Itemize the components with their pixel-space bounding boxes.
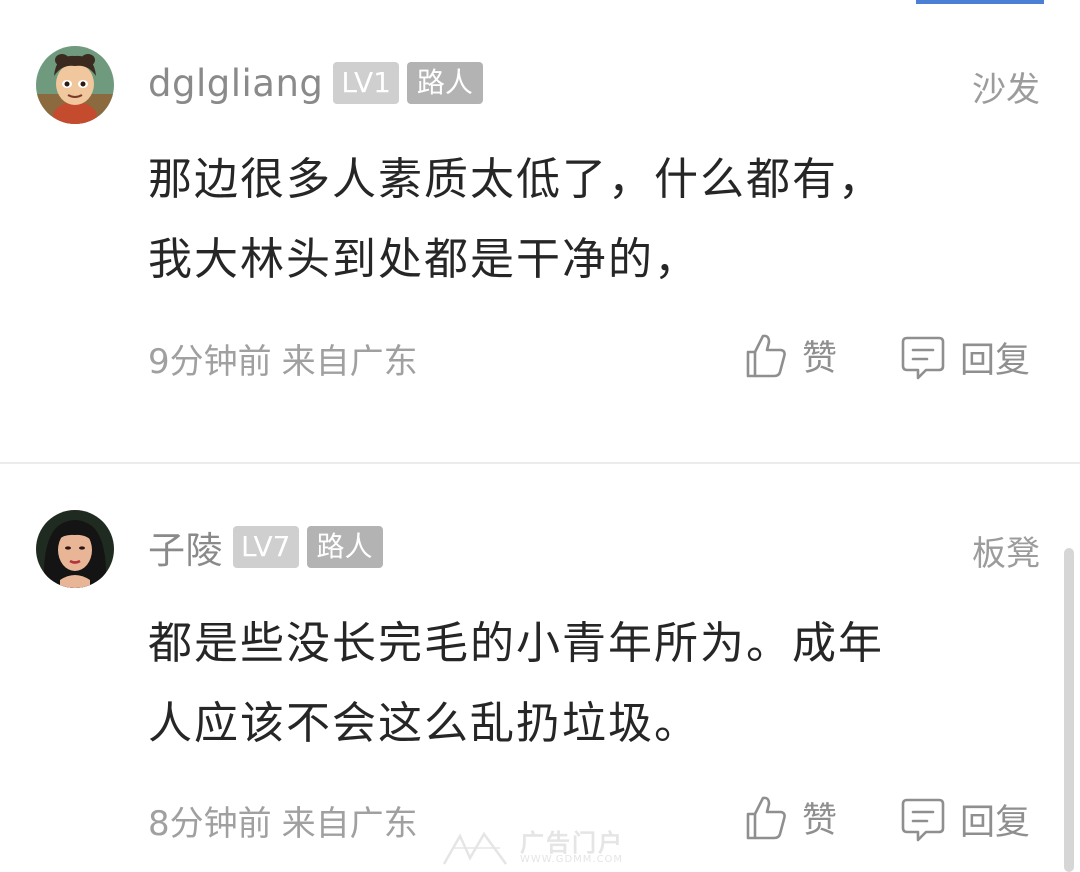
level-badge: LV1 bbox=[333, 62, 399, 104]
comment-location: 来自广东 bbox=[281, 804, 418, 844]
comment-line: 那边很多人素质太低了，什么都有， bbox=[148, 154, 884, 205]
reply-label: 回复 bbox=[960, 341, 1031, 381]
comment-text: 都是些没长完毛的小青年所为。成年 人应该不会这么乱扔垃圾。 bbox=[148, 604, 1008, 764]
like-button[interactable]: 赞 bbox=[744, 330, 837, 381]
watermark-url: WWW.GDMM.COM bbox=[520, 854, 624, 865]
role-badge: 路人 bbox=[406, 62, 483, 104]
user-info: dglgliang LV1 路人 bbox=[148, 61, 483, 105]
comment-line: 都是些没长完毛的小青年所为。成年 bbox=[148, 618, 884, 669]
watermark-logo-icon bbox=[442, 831, 508, 865]
username[interactable]: 子陵 bbox=[148, 520, 223, 574]
reply-label: 回复 bbox=[960, 803, 1031, 843]
rank-label: 沙发 bbox=[972, 70, 1040, 110]
watermark: 广告门户 WWW.GDMM.COM bbox=[440, 826, 624, 870]
avatar[interactable] bbox=[36, 46, 114, 124]
like-button[interactable]: 赞 bbox=[744, 792, 837, 843]
watermark-text: 广告门户 bbox=[520, 829, 624, 857]
avatar[interactable] bbox=[36, 510, 114, 588]
comment-time: 9分钟前 bbox=[148, 342, 272, 382]
comment-bubble-icon bbox=[901, 798, 945, 841]
thumbs-up-icon bbox=[746, 334, 786, 377]
comment-meta: 8分钟前 来自广东 bbox=[148, 796, 418, 845]
rank-label: 板凳 bbox=[972, 534, 1040, 574]
comment-location: 来自广东 bbox=[281, 342, 418, 382]
comment-bubble-icon bbox=[901, 336, 945, 379]
reply-button[interactable]: 回复 bbox=[900, 794, 1030, 845]
comment-line: 人应该不会这么乱扔垃圾。 bbox=[148, 698, 700, 749]
comment-meta: 9分钟前 来自广东 bbox=[148, 334, 418, 383]
thumbs-up-icon bbox=[746, 796, 786, 839]
comment-time: 8分钟前 bbox=[148, 804, 272, 844]
comment-item: dglgliang LV1 路人 沙发 那边很多人素质太低了，什么都有， 我大林… bbox=[0, 0, 1080, 462]
username[interactable]: dglgliang bbox=[148, 62, 323, 105]
comment-item: 子陵 LV7 路人 板凳 都是些没长完毛的小青年所为。成年 人应该不会这么乱扔垃… bbox=[0, 464, 1080, 872]
level-badge: LV7 bbox=[233, 526, 299, 568]
scrollbar[interactable] bbox=[1064, 548, 1074, 872]
user-info: 子陵 LV7 路人 bbox=[148, 525, 383, 572]
comment-text: 那边很多人素质太低了，什么都有， 我大林头到处都是干净的， bbox=[148, 140, 1008, 300]
like-label: 赞 bbox=[802, 801, 838, 841]
avatar-photo-image bbox=[36, 510, 114, 588]
role-badge: 路人 bbox=[306, 526, 383, 568]
reply-button[interactable]: 回复 bbox=[900, 332, 1030, 383]
comment-line: 我大林头到处都是干净的， bbox=[148, 234, 700, 285]
like-label: 赞 bbox=[802, 339, 838, 379]
avatar-cartoon-image bbox=[36, 46, 114, 124]
